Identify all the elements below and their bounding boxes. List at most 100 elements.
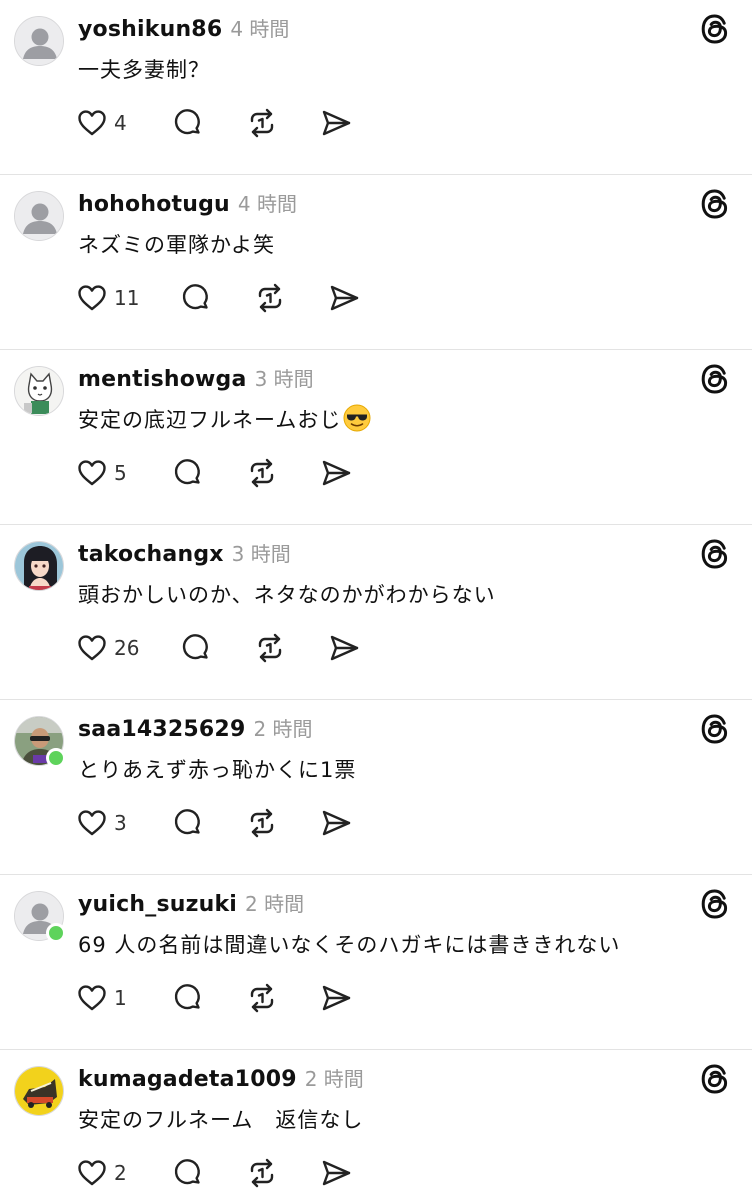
reply-button[interactable] [172,981,204,1015]
post-text: 頭おかしいのか、ネタなのかがわからない [78,579,496,609]
share-button[interactable] [328,631,360,665]
heart-icon [76,1157,108,1189]
send-icon [320,982,352,1014]
post-header: hohohotugu 4 時間 [78,188,297,218]
threads-logo-icon[interactable] [698,887,732,921]
repost-button[interactable] [254,631,286,665]
repost-button[interactable] [246,981,278,1015]
post-header: yoshikun86 4 時間 [78,13,289,43]
like-button[interactable]: 1 [76,981,127,1015]
username-link[interactable]: takochangx [78,542,224,567]
user-avatar[interactable] [14,16,64,66]
reply-button[interactable] [172,456,204,490]
reply-button[interactable] [172,106,204,140]
post-text: ネズミの軍隊かよ笑 [78,229,275,259]
post-text: 69 人の名前は間違いなくそのハガキには書ききれない [78,929,620,959]
repost-button[interactable] [246,806,278,840]
thread-reply-item[interactable]: kumagadeta1009 2 時間安定のフルネーム 返信なし 2 [0,1050,752,1199]
share-button[interactable] [320,1156,352,1190]
username-link[interactable]: kumagadeta1009 [78,1067,297,1092]
thread-reply-item[interactable]: saa14325629 2 時間とりあえず赤っ恥かくに1票 3 [0,700,752,875]
post-text-content: 69 人の名前は間違いなくそのハガキには書ききれない [78,933,621,957]
user-avatar[interactable] [14,1066,64,1116]
like-count: 4 [114,111,127,135]
post-timestamp: 2 時間 [245,892,305,916]
thread-reply-item[interactable]: yuich_suzuki 2 時間 69 人の名前は間違いなくそのハガキには書ききれ… [0,875,752,1050]
comment-bubble-icon [172,982,204,1014]
online-status-dot [46,923,66,943]
like-button[interactable]: 2 [76,1156,127,1190]
user-avatar[interactable] [14,191,64,241]
post-text-content: ネズミの軍隊かよ笑 [78,233,275,257]
username-link[interactable]: yoshikun86 [78,17,222,42]
comment-bubble-icon [180,282,212,314]
share-button[interactable] [320,106,352,140]
repost-button[interactable] [254,281,286,315]
repost-icon [254,282,286,314]
threads-logo-icon[interactable] [698,1062,732,1096]
like-button[interactable]: 3 [76,806,127,840]
reply-button[interactable] [172,1156,204,1190]
user-avatar[interactable] [14,541,64,591]
post-timestamp: 4 時間 [237,192,298,216]
post-text-content: とりあえず赤っ恥かくに1票 [78,758,357,782]
post-text: 安定のフルネーム 返信なし [78,1104,363,1134]
like-count: 26 [114,636,140,660]
thread-reply-item[interactable]: mentishowga 3 時間安定の底辺フルネームおじ 5 [0,350,752,525]
share-button[interactable] [328,281,360,315]
username-link[interactable]: hohohotugu [78,192,230,217]
comment-bubble-icon [172,107,204,139]
share-button[interactable] [320,981,352,1015]
heart-icon [76,457,108,489]
username-link[interactable]: yuich_suzuki [78,892,237,917]
like-count: 5 [114,461,127,485]
like-count: 1 [114,986,127,1010]
like-button[interactable]: 4 [76,106,127,140]
repost-icon [254,632,286,664]
post-header: mentishowga 3 時間 [78,363,314,393]
threads-logo-icon[interactable] [698,537,732,571]
username-link[interactable]: saa14325629 [78,717,245,742]
post-timestamp: 3 時間 [231,542,291,566]
post-header: takochangx 3 時間 [78,538,291,568]
thread-reply-item[interactable]: yoshikun86 4 時間一夫多妻制？ 4 [0,0,752,175]
user-avatar[interactable] [14,366,64,416]
threads-reply-feed: yoshikun86 4 時間 一夫多妻制？ 4 hohohotugu 4 時間 ネズミの軍… [0,0,752,1199]
heart-icon [76,107,108,139]
repost-button[interactable] [246,456,278,490]
post-text: とりあえず赤っ恥かくに1票 [78,754,356,784]
reply-button[interactable] [180,631,212,665]
reply-button[interactable] [172,806,204,840]
post-text-content: 安定の底辺フルネームおじ [78,408,342,432]
like-button[interactable]: 11 [76,281,139,315]
threads-logo-icon[interactable] [698,712,732,746]
share-button[interactable] [320,456,352,490]
thread-reply-item[interactable]: takochangx 3 時間頭おかしいのか、ネタなのかがわからない 26 [0,525,752,700]
username-link[interactable]: mentishowga [78,367,247,392]
repost-button[interactable] [246,106,278,140]
like-button[interactable]: 5 [76,456,127,490]
like-button[interactable]: 26 [76,631,139,665]
repost-button[interactable] [246,1156,278,1190]
repost-icon [246,807,278,839]
like-count: 2 [114,1161,127,1185]
comment-bubble-icon [172,807,204,839]
threads-logo-icon[interactable] [698,362,732,396]
send-icon [320,457,352,489]
comment-bubble-icon [180,632,212,664]
reply-button[interactable] [180,281,212,315]
threads-logo-icon[interactable] [698,187,732,221]
post-header: yuich_suzuki 2 時間 [78,888,304,918]
post-timestamp: 2 時間 [253,717,313,741]
post-header: kumagadeta1009 2 時間 [78,1063,364,1093]
post-timestamp: 3 時間 [254,367,314,391]
post-text: 安定の底辺フルネームおじ [78,404,371,434]
share-button[interactable] [320,806,352,840]
post-text-content: 一夫多妻制？ [78,58,210,82]
threads-logo-icon[interactable] [698,12,732,46]
heart-icon [76,982,108,1014]
thread-reply-item[interactable]: hohohotugu 4 時間ネズミの軍隊かよ笑 11 [0,175,752,350]
post-text-content: 安定のフルネーム 返信なし [78,1108,364,1132]
heart-icon [76,807,108,839]
online-status-dot [46,748,66,768]
